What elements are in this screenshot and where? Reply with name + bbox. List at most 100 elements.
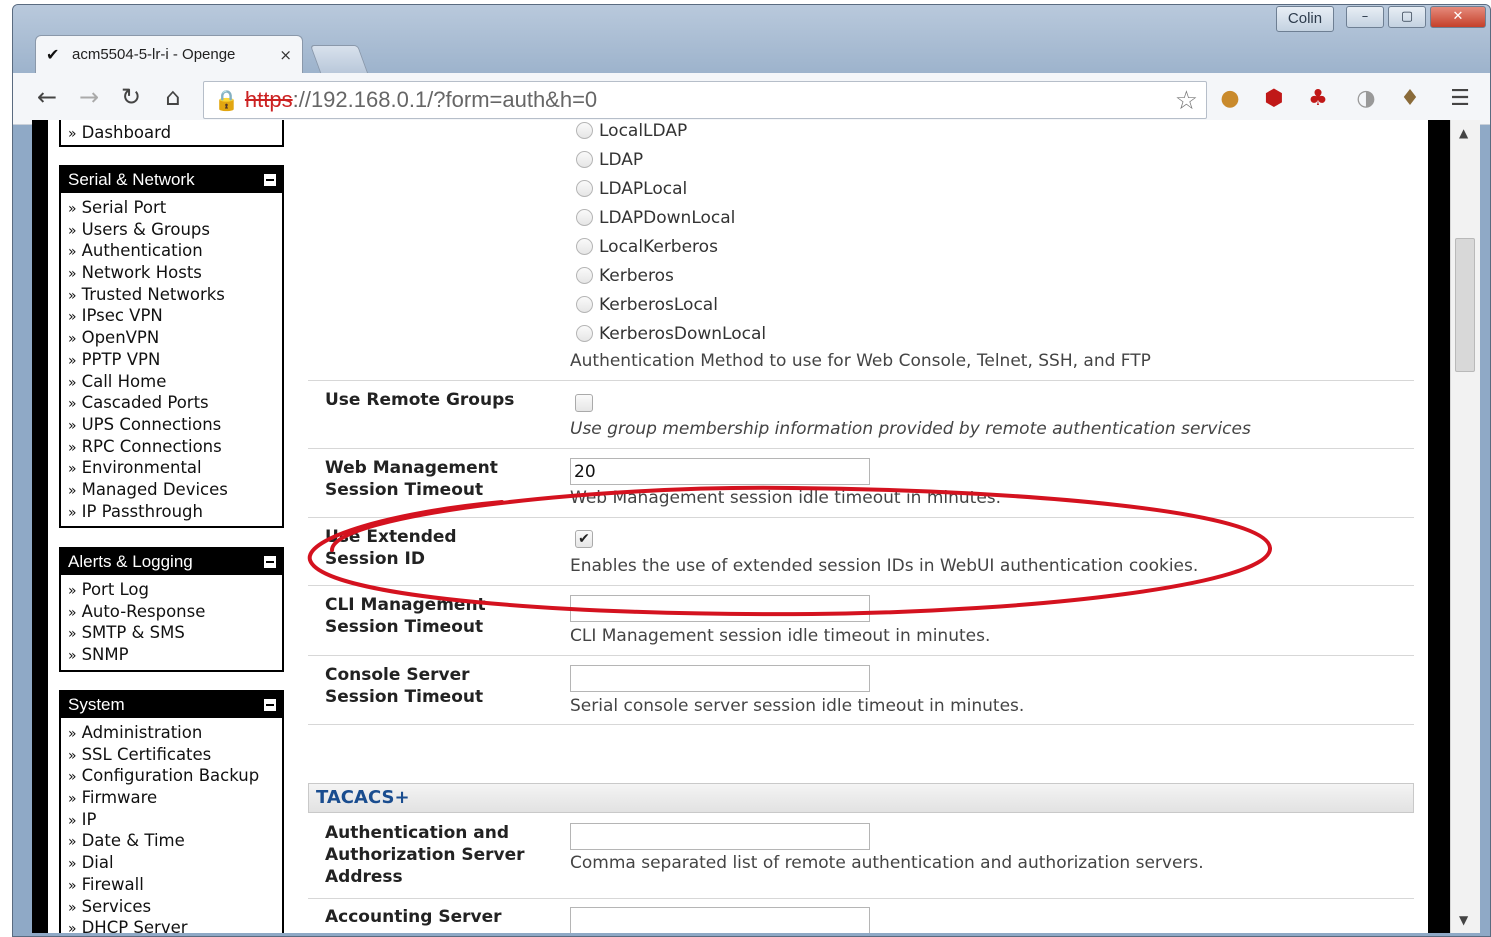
auth-method-option[interactable]: LDAP <box>576 145 643 174</box>
sidebar-item-administration[interactable]: » Administration <box>68 722 282 744</box>
radio-button[interactable] <box>576 180 593 197</box>
menu-bullet-icon: » <box>68 877 77 894</box>
scroll-up-arrow-icon[interactable]: ▲ <box>1459 126 1468 140</box>
sidebar-item-environmental[interactable]: » Environmental <box>68 457 282 479</box>
sidebar-item-dashboard[interactable]: » Dashboard <box>68 122 282 144</box>
sidebar-item-cascaded-ports[interactable]: » Cascaded Ports <box>68 392 282 414</box>
extended-session-description: Enables the use of extended session IDs … <box>570 556 1199 576</box>
web-timeout-input[interactable]: 20 <box>570 458 870 485</box>
sidebar-item-smtp-sms[interactable]: » SMTP & SMS <box>68 622 282 644</box>
sidebar-item-date-time[interactable]: » Date & Time <box>68 830 282 852</box>
sidebar-item-pptp-vpn[interactable]: » PPTP VPN <box>68 349 282 371</box>
tacacs-accounting-server-input[interactable] <box>570 907 870 933</box>
sidebar-item-auto-response[interactable]: » Auto-Response <box>68 601 282 623</box>
menu-bullet-icon: » <box>68 504 77 521</box>
collapse-icon[interactable] <box>264 174 276 186</box>
sidebar-item-services[interactable]: » Services <box>68 896 282 918</box>
maximize-button[interactable]: ▢ <box>1388 6 1426 28</box>
sidebar-item-configuration-backup[interactable]: » Configuration Backup <box>68 765 282 787</box>
console-timeout-input[interactable] <box>570 665 870 692</box>
scroll-down-arrow-icon[interactable]: ▼ <box>1459 913 1468 927</box>
menu-bullet-icon: » <box>68 287 77 304</box>
sidebar-item-ipsec-vpn[interactable]: » IPsec VPN <box>68 305 282 327</box>
sidebar-item-users-groups[interactable]: » Users & Groups <box>68 219 282 241</box>
minimize-button[interactable]: – <box>1346 6 1384 28</box>
auth-method-option[interactable]: LDAPDownLocal <box>576 203 735 232</box>
menu-bullet-icon: » <box>68 352 77 369</box>
cli-timeout-input[interactable] <box>570 595 870 622</box>
radio-button[interactable] <box>576 325 593 342</box>
bookmark-star-icon[interactable]: ☆ <box>1175 86 1198 116</box>
console-timeout-description: Serial console server session idle timeo… <box>570 696 1025 716</box>
system-header: System <box>61 692 282 718</box>
sidebar-item-ip[interactable]: » IP <box>68 809 282 831</box>
sidebar-item-ip-passthrough[interactable]: » IP Passthrough <box>68 501 282 523</box>
radio-button[interactable] <box>576 209 593 226</box>
auth-method-option[interactable]: KerberosLocal <box>576 290 718 319</box>
radio-button[interactable] <box>576 151 593 168</box>
menu-bullet-icon: » <box>68 482 77 499</box>
sidebar-item-trusted-networks[interactable]: » Trusted Networks <box>68 284 282 306</box>
extension-badge-icon[interactable]: ♣ <box>1303 85 1333 113</box>
separator <box>308 448 1414 449</box>
forward-arrow-icon[interactable]: → <box>75 83 103 111</box>
collapse-icon[interactable] <box>264 556 276 568</box>
sidebar-item-managed-devices[interactable]: » Managed Devices <box>68 479 282 501</box>
auth-method-option[interactable]: LocalKerberos <box>576 232 718 261</box>
sidebar-item-openvpn[interactable]: » OpenVPN <box>68 327 282 349</box>
sidebar-item-rpc-connections[interactable]: » RPC Connections <box>68 436 282 458</box>
sidebar-item-call-home[interactable]: » Call Home <box>68 371 282 393</box>
auth-method-option[interactable]: LDAPLocal <box>576 174 687 203</box>
ghostery-extension-icon[interactable]: ♦ <box>1395 85 1425 113</box>
radio-button[interactable] <box>576 238 593 255</box>
user-profile-button[interactable]: Colin <box>1276 6 1334 32</box>
sidebar-item-label: Configuration Backup <box>81 766 260 786</box>
browser-tab[interactable]: ✔ acm5504-5-lr-i - Openge × <box>35 35 303 73</box>
menu-icon[interactable]: ☰ <box>1445 85 1475 113</box>
globe-extension-icon[interactable]: ◑ <box>1351 85 1381 113</box>
menu-bullet-icon: » <box>68 921 77 933</box>
scrollbar-thumb[interactable] <box>1455 238 1475 372</box>
separator <box>308 517 1414 518</box>
sidebar-item-serial-port[interactable]: » Serial Port <box>68 197 282 219</box>
collapse-icon[interactable] <box>264 699 276 711</box>
home-icon[interactable]: ⌂ <box>159 83 187 111</box>
address-bar[interactable]: 🔒 https ://192.168.0.1/?form=auth&h=0 ☆ <box>203 81 1207 119</box>
adblock-extension-icon[interactable]: ⬢ <box>1259 85 1289 113</box>
sidebar-item-label: IPsec VPN <box>81 306 163 326</box>
sidebar-item-dial[interactable]: » Dial <box>68 852 282 874</box>
sidebar-item-label: Firmware <box>81 788 158 808</box>
sidebar-item-label: UPS Connections <box>81 414 222 434</box>
extended-session-checkbox[interactable]: ✔ <box>575 530 593 548</box>
close-window-button[interactable]: ✕ <box>1430 6 1486 28</box>
sidebar-item-firmware[interactable]: » Firmware <box>68 787 282 809</box>
sidebar-item-authentication[interactable]: » Authentication <box>68 240 282 262</box>
tacacs-aa-server-input[interactable] <box>570 823 870 850</box>
scrollbar[interactable]: ▲ ▼ <box>1450 120 1480 933</box>
remote-groups-checkbox[interactable] <box>575 394 593 412</box>
new-tab-button[interactable] <box>309 45 369 73</box>
menu-bullet-icon: » <box>68 834 77 851</box>
close-tab-icon[interactable]: × <box>279 46 292 64</box>
cli-timeout-description: CLI Management session idle timeout in m… <box>570 626 991 646</box>
reload-icon[interactable]: ↻ <box>117 83 145 111</box>
sidebar-item-dhcp-server[interactable]: » DHCP Server <box>68 917 282 933</box>
radio-button[interactable] <box>576 267 593 284</box>
auth-method-option[interactable]: LocalLDAP <box>576 120 687 145</box>
cookie-extension-icon[interactable]: ● <box>1215 85 1245 113</box>
window-controls: Colin – ▢ ✕ <box>1276 6 1486 32</box>
sidebar-item-port-log[interactable]: » Port Log <box>68 579 282 601</box>
sidebar-item-ssl-certificates[interactable]: » SSL Certificates <box>68 744 282 766</box>
sidebar-item-network-hosts[interactable]: » Network Hosts <box>68 262 282 284</box>
back-arrow-icon[interactable]: ← <box>33 83 61 111</box>
radio-button[interactable] <box>576 296 593 313</box>
web-timeout-label: Web Management Session Timeout <box>325 458 498 500</box>
sidebar-item-firewall[interactable]: » Firewall <box>68 874 282 896</box>
insecure-lock-icon[interactable]: 🔒 <box>214 88 239 112</box>
sidebar-item-snmp[interactable]: » SNMP <box>68 644 282 666</box>
opengear-favicon-icon: ✔ <box>46 44 60 64</box>
auth-method-option[interactable]: KerberosDownLocal <box>576 319 766 348</box>
radio-button[interactable] <box>576 122 593 139</box>
sidebar-item-ups-connections[interactable]: » UPS Connections <box>68 414 282 436</box>
auth-method-option[interactable]: Kerberos <box>576 261 674 290</box>
